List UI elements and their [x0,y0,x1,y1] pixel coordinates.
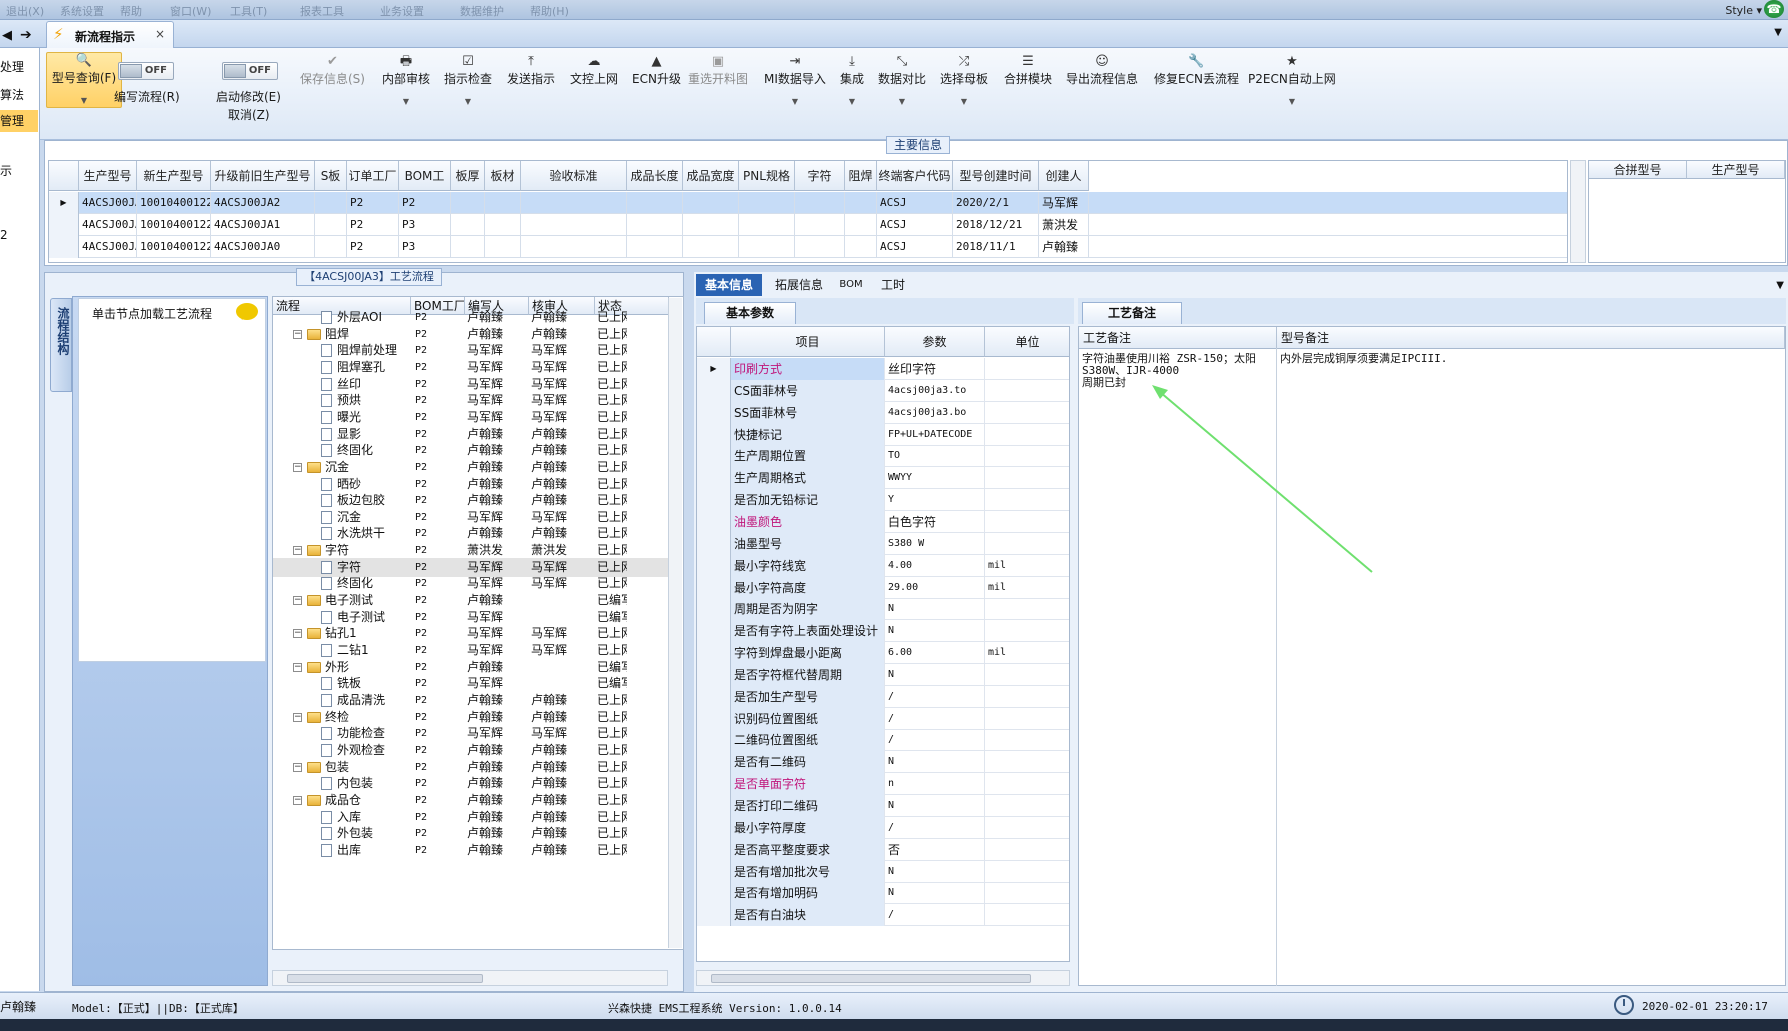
os-taskbar [0,1019,1788,1031]
status-bar [0,992,1788,1019]
status-user: 卢翰臻 [0,1000,37,1014]
clock-icon [1614,995,1634,1015]
status-time: 2020-02-01 23:20:17 [1642,1000,1768,1013]
annotation-arrow [1152,385,1373,573]
arrow-line [1159,391,1373,573]
status-model: Model:【正式】||DB:【正式库】 [72,1002,244,1015]
status-app-version: 兴森快捷 EMS工程系统 Version: 1.0.0.14 [608,1002,842,1015]
